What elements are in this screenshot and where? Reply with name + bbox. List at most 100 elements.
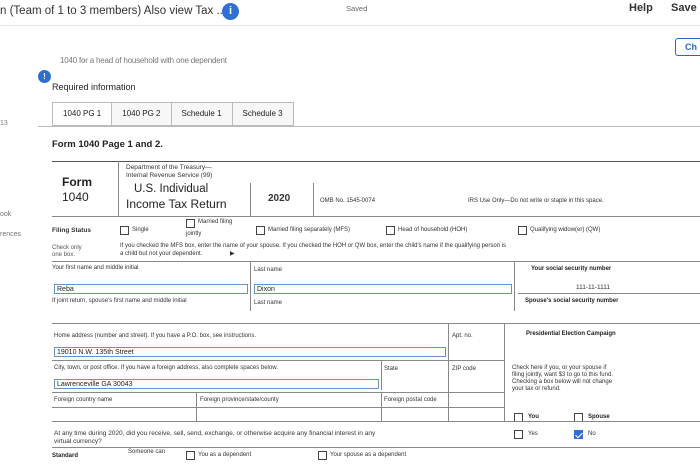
saved-status: Saved [346,4,368,13]
side-page-number: 13 [0,120,8,127]
mfj-label-2: jointly [186,231,202,237]
apt-label: Apt. no. [452,333,473,339]
state-divider [381,360,382,390]
name-bottom-rule [52,323,700,324]
form-number: 1040 [62,190,89,204]
spouse-name-label: If joint return, spouse's first name and… [52,298,187,304]
you-dependent-checkbox[interactable] [186,451,195,460]
form-panel: Form 1040 Page 1 and 2. Form 1040 Depart… [38,126,700,475]
virtual-bottom-rule [52,447,700,448]
form-title-line2: Income Tax Return [126,197,227,211]
mfs-note-2: a child but not your dependent. [120,251,203,257]
single-label: Single [132,227,149,233]
spouse-dependent-checkbox[interactable] [318,451,327,460]
address-label: Home address (number and street). If you… [54,333,256,339]
tab-schedule-3[interactable]: Schedule 3 [231,102,294,126]
ssn-divider [514,261,515,311]
side-ebook-link[interactable]: ook [0,211,11,218]
info-icon[interactable]: i [222,3,239,20]
assignment-title: n (Team of 1 to 3 members) Also view Tax… [0,5,227,17]
mfs-note: If you checked the MFS box, enter the na… [120,243,507,249]
address-bottom-rule [52,421,700,422]
form-title-line1: U.S. Individual [134,183,209,195]
single-checkbox[interactable] [120,226,129,235]
omb-number: OMB No. 1545-0074 [320,198,376,204]
spouse-dependent-label: Your spouse as a dependent [330,452,407,458]
pec-you-label: You [528,414,539,420]
virtual-question-2: virtual currency? [54,438,102,445]
qw-checkbox[interactable] [518,226,527,235]
virtual-yes-checkbox[interactable] [514,430,523,439]
tab-schedule-1[interactable]: Schedule 1 [170,102,232,126]
virtual-no-checkbox[interactable] [574,430,583,439]
zip-label: ZIP code [452,366,476,372]
first-name-input[interactable]: Reba [54,284,248,294]
state-label: State [384,366,399,372]
foreign-country-label: Foreign country name [54,397,113,403]
mfs-label: Married filing separately (MFS) [268,227,351,233]
city-rule [52,392,504,393]
standard-label: Standard [52,453,79,459]
pec-title: Presidential Election Campaign [526,331,616,337]
top-bar: n (Team of 1 to 3 members) Also view Tax… [0,0,700,26]
pec-text-2: filing jointly, want $3 to go to this fu… [512,372,613,378]
tab-1040-pg1[interactable]: 1040 PG 1 [52,102,112,126]
mfj-checkbox[interactable] [186,219,195,228]
help-link[interactable]: Help [629,2,653,14]
pec-spouse-label: Spouse [588,414,610,420]
pec-divider [504,323,505,421]
virtual-question-1: At any time during 2020, did you receive… [54,430,376,437]
one-box-label: one box. [52,252,76,258]
side-references-link[interactable]: rences [0,231,21,238]
arrow-right-icon: ▶ [230,251,235,257]
city-label: City, town, or post office. If you have … [54,365,278,371]
hoh-checkbox[interactable] [386,226,395,235]
header-bottom-rule [52,216,700,217]
form-tabs: 1040 PG 1 1040 PG 2 Schedule 1 Schedule … [52,102,294,126]
address-input[interactable]: 19010 N.W. 135th Street [54,347,446,357]
pec-text-4: your tax or refund. [512,386,561,392]
address-rule [52,360,504,361]
ssn-value[interactable]: 111-11-1111 [576,284,610,291]
filing-status-label: Filing Status [52,227,91,234]
save-exit-button[interactable]: Save & [671,2,700,14]
irs-use-only: IRS Use Only—Do not write or staple in t… [468,198,604,204]
year-divider [250,183,251,216]
ssn-rule [518,293,700,294]
panel-title: Form 1040 Page 1 and 2. [52,139,163,150]
assignment-sheet: 1040 for a head of household with one de… [38,56,700,475]
spouse-last-label: Last name [254,300,283,306]
form-label: Form [62,175,92,189]
qw-label: Qualifying widow(er) (QW) [530,227,601,233]
tax-year: 2020 [268,193,291,204]
pec-text-3: Checking a box below will not change [512,379,613,385]
department: Department of the Treasury— [126,164,212,171]
hoh-label: Head of household (HOH) [398,227,468,233]
mfj-label-1: Married filing [198,219,233,225]
someone-can-label: Someone can [128,449,166,455]
last-name-input[interactable]: Dixon [254,284,512,294]
household-note: 1040 for a head of household with one de… [60,56,227,65]
form-top-rule [52,161,700,162]
irs-service: Internal Revenue Service (99) [126,172,213,179]
required-information: Required information [52,82,136,92]
tab-1040-pg2[interactable]: 1040 PG 2 [111,102,171,126]
check-only-label: Check only [52,245,82,251]
city-input[interactable]: Lawrenceville GA 30043 [54,379,379,389]
filing-bottom-rule [52,261,700,262]
mfs-checkbox[interactable] [256,226,265,235]
virtual-no-label: No [588,431,596,437]
name-divider [250,261,251,311]
alert-icon: ! [38,70,51,83]
foreign-province-label: Foreign province/state/county [200,397,279,403]
spouse-ssn-label: Spouse's social security number [525,298,619,304]
ssn-label: Your social security number [531,266,612,272]
foreign-postal-label: Foreign postal code [384,397,437,403]
foreign-rule [52,407,504,408]
virtual-yes-label: Yes [528,431,538,437]
omb-divider [313,183,314,216]
pec-text-1: Check here if you, or your spouse if [512,365,607,371]
last-name-label: Last name [254,267,283,273]
check-my-work-button[interactable]: Ch [675,38,700,56]
you-dependent-label: You as a dependent [198,452,252,458]
